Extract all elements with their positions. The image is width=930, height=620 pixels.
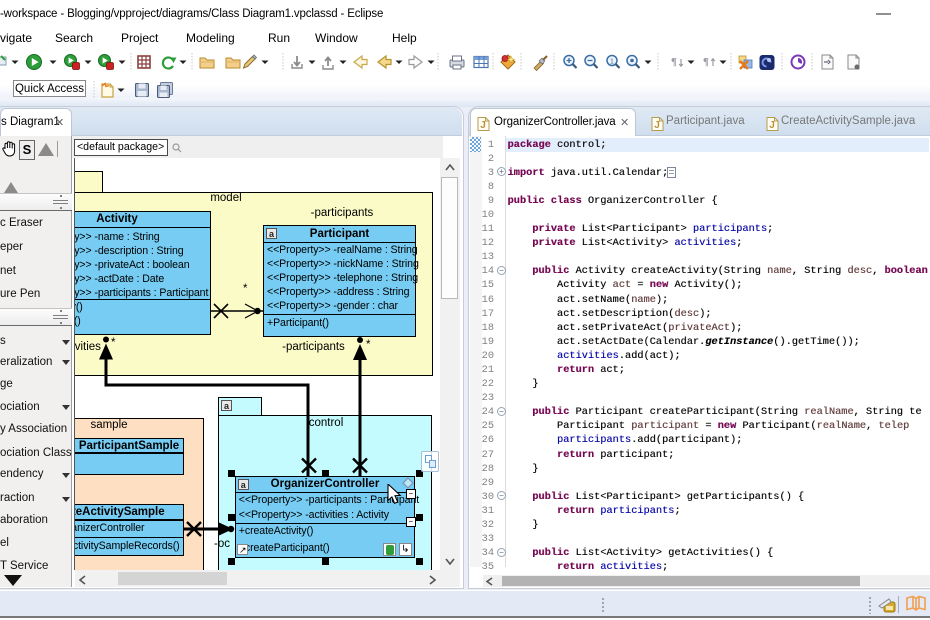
svg-text:¶: ¶ (671, 56, 677, 68)
svg-text:J: J (654, 120, 660, 131)
svg-text:¶: ¶ (703, 56, 709, 68)
svg-text:J: J (769, 120, 775, 131)
svg-text:1: 1 (610, 59, 614, 66)
svg-text:J: J (480, 120, 486, 131)
